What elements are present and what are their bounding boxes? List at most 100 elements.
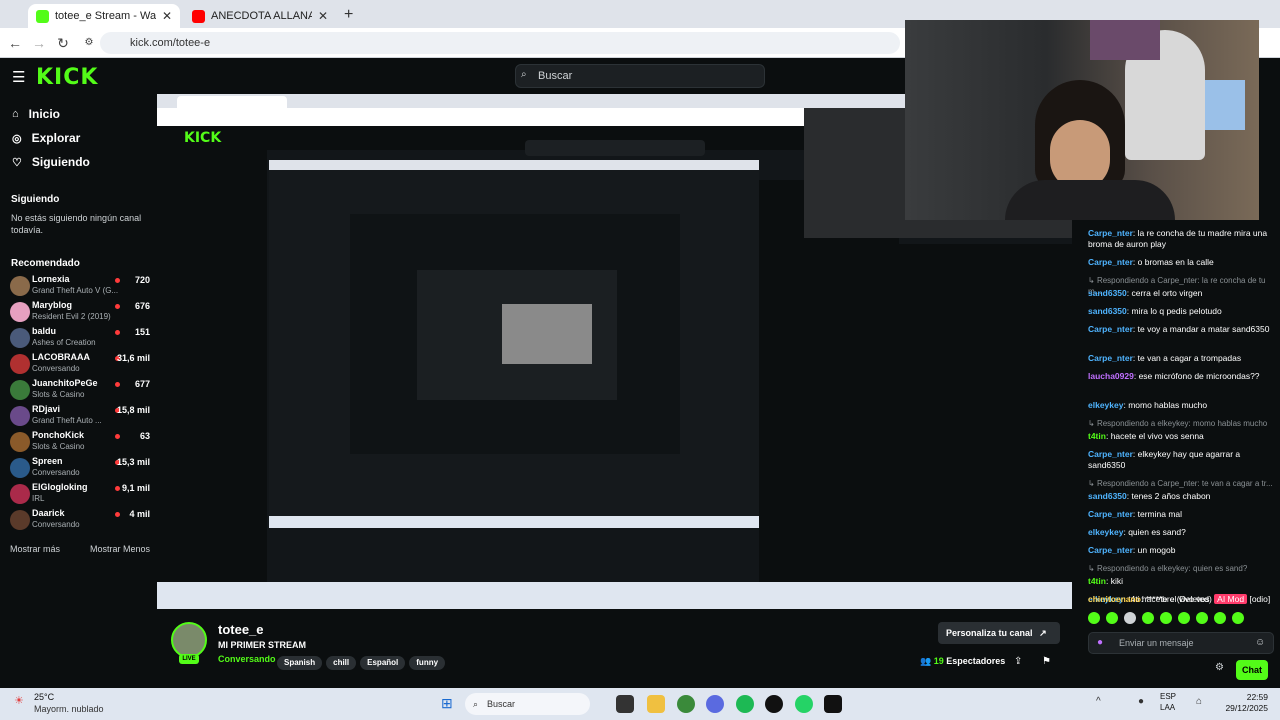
- chat-username[interactable]: sand6350: [1088, 288, 1127, 298]
- input-language[interactable]: ESP: [1160, 692, 1176, 701]
- microphone-icon[interactable]: ●: [1097, 637, 1103, 648]
- people-icon: 👥: [920, 656, 932, 666]
- chat-username[interactable]: sand6350: [1088, 491, 1127, 501]
- channel-name: Lornexia: [32, 274, 70, 284]
- show-less-link[interactable]: Mostrar Menos: [90, 544, 150, 554]
- browser-tab-youtube[interactable]: ANECDOTA ALLANAMIENTO A ✕: [184, 4, 336, 28]
- chat-username[interactable]: t4tin: [1088, 576, 1106, 586]
- new-tab-icon[interactable]: +: [344, 6, 353, 24]
- chat-username[interactable]: Carpe_nter: [1088, 324, 1133, 334]
- emote-icon[interactable]: [1124, 612, 1136, 624]
- emote-icon[interactable]: [1196, 612, 1208, 624]
- input-layout[interactable]: LAA: [1160, 703, 1175, 712]
- customize-channel-button[interactable]: Personaliza tu canal ↗: [938, 622, 1060, 644]
- emote-icon[interactable]: [1178, 612, 1190, 624]
- weather-temp[interactable]: 25°C: [34, 692, 54, 702]
- chat-username[interactable]: t4tin: [1088, 431, 1106, 441]
- customize-button-label: Personaliza tu canal: [946, 628, 1033, 638]
- channel-name[interactable]: totee_e: [218, 622, 264, 637]
- recommended-channel[interactable]: LACOBRAAA Conversando 31,6 mil: [10, 352, 150, 378]
- chat-username[interactable]: Carpe_nter: [1088, 353, 1133, 363]
- share-icon[interactable]: ⇪: [1014, 656, 1022, 667]
- tray-app-icon[interactable]: ●: [1138, 696, 1144, 707]
- url-field[interactable]: kick.com/totee-e: [100, 32, 900, 54]
- recommended-channel[interactable]: Maryblog Resident Evil 2 (2019) 676: [10, 300, 150, 326]
- tray-chevron-icon[interactable]: ^: [1096, 696, 1101, 707]
- chat-message: laucha0929: ese micrófono de microondas?…: [1088, 371, 1260, 381]
- search-input[interactable]: Buscar: [515, 64, 765, 88]
- file-explorer-icon[interactable]: [647, 695, 665, 713]
- show-more-link[interactable]: Mostrar más: [10, 544, 60, 554]
- hamburger-menu-icon[interactable]: ☰: [12, 68, 25, 86]
- emoji-icon[interactable]: ☺: [1255, 637, 1265, 648]
- clock-date[interactable]: 29/12/2025: [1212, 703, 1268, 713]
- emote-icon[interactable]: [1232, 612, 1244, 624]
- whatsapp-icon[interactable]: [795, 695, 813, 713]
- site-info-icon[interactable]: ⚙: [80, 34, 98, 52]
- recommended-channel[interactable]: ElGlogloking IRL 9,1 mil: [10, 482, 150, 508]
- close-tab-icon[interactable]: ✕: [162, 9, 172, 23]
- tag-pill[interactable]: funny: [409, 656, 446, 670]
- chat-input[interactable]: ● Enviar un mensaje ☺: [1088, 632, 1274, 654]
- recommended-channel[interactable]: Spreen Conversando 15,3 mil: [10, 456, 150, 482]
- follow-user-icon[interactable]: ⚑: [1042, 656, 1051, 667]
- sidebar-item-inicio[interactable]: ⌂ Inicio: [12, 104, 60, 124]
- sidebar-item-label: Inicio: [28, 107, 60, 121]
- recommended-channel[interactable]: PonchoKick Slots & Casino 63: [10, 430, 150, 456]
- chat-username[interactable]: Carpe_nter: [1088, 545, 1133, 555]
- sidebar-item-explorar[interactable]: ◎ Explorar: [12, 128, 80, 148]
- recommended-channel[interactable]: Lornexia Grand Theft Auto V (G... 720: [10, 274, 150, 300]
- chat-send-button[interactable]: Chat: [1236, 660, 1268, 680]
- chat-username[interactable]: laucha0929: [1088, 371, 1134, 381]
- channel-avatar[interactable]: [171, 622, 207, 658]
- chat-text: mira lo q pedis pelotudo: [1131, 306, 1222, 316]
- emote-icon[interactable]: [1106, 612, 1118, 624]
- reload-icon[interactable]: ↻: [54, 34, 72, 52]
- task-view-icon[interactable]: [616, 695, 634, 713]
- tag-pill[interactable]: chill: [326, 656, 357, 670]
- chat-username[interactable]: sand6350: [1088, 306, 1127, 316]
- spotify-icon[interactable]: [736, 695, 754, 713]
- sidebar-item-siguiendo[interactable]: ♡ Siguiendo: [12, 152, 90, 172]
- emote-icon[interactable]: [1160, 612, 1172, 624]
- back-icon[interactable]: ←: [6, 34, 24, 52]
- chat-username[interactable]: Carpe_nter: [1088, 257, 1133, 267]
- kick-logo[interactable]: KICK: [36, 65, 98, 90]
- taskbar-search[interactable]: ⌕ Buscar: [465, 693, 590, 715]
- channel-name: Spreen: [32, 456, 63, 466]
- chat-username[interactable]: elkeykey: [1088, 527, 1123, 537]
- stream-category[interactable]: Conversando: [218, 654, 276, 664]
- emote-icon[interactable]: [1142, 612, 1154, 624]
- chrome-icon[interactable]: [677, 695, 695, 713]
- tag-pill[interactable]: Spanish: [277, 656, 323, 670]
- forward-icon[interactable]: →: [30, 34, 48, 52]
- chat-username[interactable]: Carpe_nter: [1088, 228, 1133, 238]
- chat-username[interactable]: chinitoenano: [1088, 594, 1141, 604]
- close-tab-icon[interactable]: ✕: [318, 9, 328, 23]
- clock-time[interactable]: 22:59: [1226, 692, 1268, 702]
- chat-text: un mogob: [1137, 545, 1176, 555]
- recommended-channel[interactable]: baldu Ashes of Creation 151: [10, 326, 150, 352]
- emote-icon[interactable]: [1088, 612, 1100, 624]
- channel-name: RDjavi: [32, 404, 61, 414]
- chat-username[interactable]: Carpe_nter: [1088, 509, 1133, 519]
- emote-icon[interactable]: [1214, 612, 1226, 624]
- chat-settings-icon[interactable]: ⚙: [1215, 662, 1224, 673]
- recommended-channel[interactable]: Daarick Conversando 4 mil: [10, 508, 150, 534]
- chat-username[interactable]: elkeykey: [1088, 400, 1123, 410]
- channel-name: ElGlogloking: [32, 482, 88, 492]
- live-dot-icon: [115, 382, 120, 387]
- recommended-channel[interactable]: RDjavi Grand Theft Auto ... 15,8 mil: [10, 404, 150, 430]
- chat-text: tenes 2 años chabon: [1131, 491, 1211, 501]
- tiktok-icon[interactable]: [824, 695, 842, 713]
- tag-pill[interactable]: Español: [360, 656, 406, 670]
- recommended-channel[interactable]: JuanchitoPeGe Slots & Casino 677: [10, 378, 150, 404]
- browser-tab-kick[interactable]: totee_e Stream - Watch Live o ✕: [28, 4, 180, 28]
- network-icon[interactable]: ⌂: [1196, 696, 1202, 707]
- following-title: Siguiendo: [11, 194, 60, 205]
- windows-start-icon[interactable]: ⊞: [441, 695, 453, 712]
- chat-text: te voy a mandar a matar sand6350: [1137, 324, 1270, 334]
- chat-username[interactable]: Carpe_nter: [1088, 449, 1133, 459]
- opera-icon[interactable]: [765, 695, 783, 713]
- discord-icon[interactable]: [706, 695, 724, 713]
